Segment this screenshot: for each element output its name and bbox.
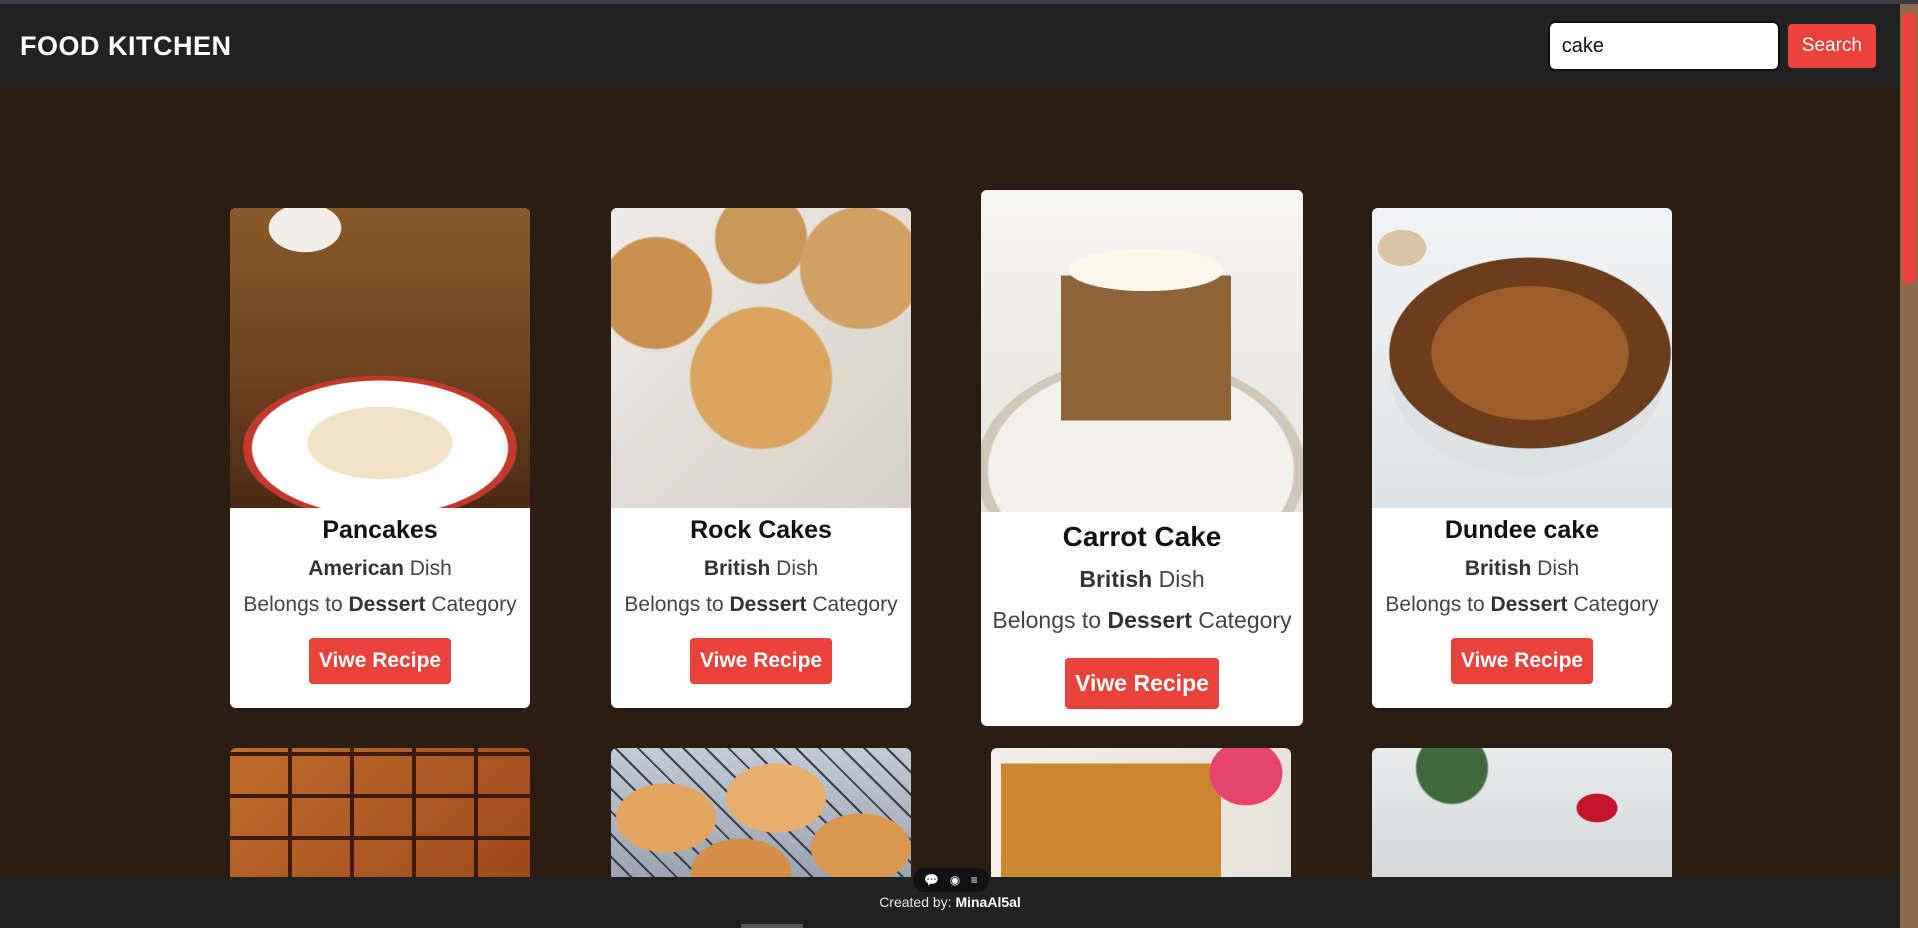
footer-author: MinaAl5al: [955, 894, 1021, 910]
recipe-image-pancakes: [230, 208, 530, 508]
footer-credit-prefix: Created by:: [879, 894, 956, 910]
view-recipe-button[interactable]: Viwe Recipe: [1450, 638, 1594, 684]
area-name: American: [308, 557, 404, 580]
menu-icon[interactable]: ≡: [971, 873, 978, 887]
recipe-title: Rock Cakes: [690, 516, 832, 544]
brand-logo[interactable]: FOOD KITCHEN: [20, 31, 232, 62]
footer-scroll-handle: [741, 924, 803, 928]
recipe-category: Belongs to Dessert Category: [981, 607, 1303, 634]
category-prefix: Belongs to: [243, 593, 349, 616]
recipe-card-image-partial[interactable]: [230, 748, 530, 878]
eye-icon[interactable]: ◉: [950, 873, 960, 887]
page-scrollbar[interactable]: [1900, 4, 1918, 928]
search-input[interactable]: [1547, 21, 1780, 71]
floating-toolbar: 💬 ◉ ≡: [913, 868, 989, 892]
area-name: British: [1464, 557, 1532, 580]
recipe-area: British Dish: [1372, 557, 1672, 581]
scrollbar-thumb[interactable]: [1902, 12, 1916, 284]
area-suffix: Dish: [1531, 557, 1580, 580]
area-name: British: [703, 557, 771, 580]
view-recipe-button[interactable]: Viwe Recipe: [1065, 658, 1219, 709]
recipe-category: Belongs to Dessert Category: [230, 593, 530, 617]
recipe-image-dundee-cake: [1372, 208, 1672, 508]
view-recipe-button[interactable]: Viwe Recipe: [689, 638, 833, 684]
recipe-category: Belongs to Dessert Category: [1372, 593, 1672, 617]
recipe-card-image-partial[interactable]: [611, 748, 911, 878]
category-suffix: Category: [1567, 593, 1659, 616]
recipe-title: Pancakes: [322, 516, 438, 544]
area-name: British: [1079, 566, 1153, 592]
category-prefix: Belongs to: [1385, 593, 1491, 616]
category-suffix: Category: [425, 593, 517, 616]
recipe-card-rock-cakes: Rock Cakes British Dish Belongs to Desse…: [611, 208, 911, 708]
recipe-title: Dundee cake: [1444, 516, 1600, 544]
area-suffix: Dish: [403, 557, 452, 580]
category-prefix: Belongs to: [624, 593, 730, 616]
category-name: Dessert: [1107, 607, 1192, 633]
category-prefix: Belongs to: [992, 607, 1108, 633]
recipe-card-image-partial[interactable]: [991, 748, 1291, 878]
comment-icon[interactable]: 💬: [924, 873, 939, 887]
recipe-image-carrot-cake: [981, 190, 1303, 512]
category-name: Dessert: [729, 593, 807, 616]
recipe-title: Carrot Cake: [1062, 521, 1222, 552]
category-suffix: Category: [806, 593, 898, 616]
recipe-card-carrot-cake: Carrot Cake British Dish Belongs to Dess…: [981, 190, 1303, 726]
recipe-card-image-partial[interactable]: [1372, 748, 1672, 878]
category-name: Dessert: [1490, 593, 1568, 616]
recipe-card-pancakes: Pancakes American Dish Belongs to Desser…: [230, 208, 530, 708]
recipe-area: British Dish: [981, 566, 1303, 593]
recipe-image-rock-cakes: [611, 208, 911, 508]
category-suffix: Category: [1191, 607, 1292, 633]
recipe-card-dundee-cake: Dundee cake British Dish Belongs to Dess…: [1372, 208, 1672, 708]
recipe-category: Belongs to Dessert Category: [611, 593, 911, 617]
recipe-area: British Dish: [611, 557, 911, 581]
category-name: Dessert: [348, 593, 426, 616]
search-form: Search: [1547, 21, 1876, 71]
recipe-area: American Dish: [230, 557, 530, 581]
view-recipe-button[interactable]: Viwe Recipe: [308, 638, 452, 684]
search-button[interactable]: Search: [1787, 24, 1876, 68]
navbar: FOOD KITCHEN Search: [0, 4, 1900, 88]
area-suffix: Dish: [770, 557, 819, 580]
area-suffix: Dish: [1152, 566, 1205, 592]
